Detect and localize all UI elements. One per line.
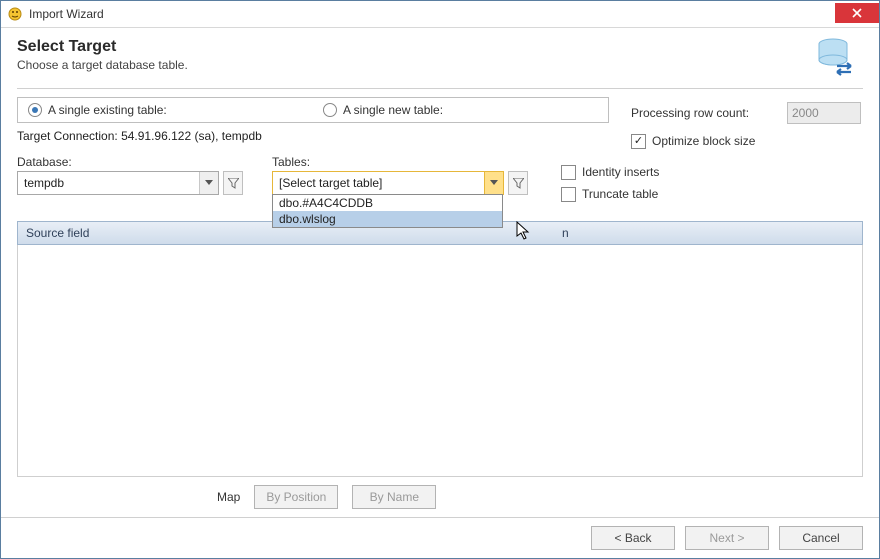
mapping-grid-body[interactable] [17,245,863,477]
filter-icon [513,178,524,189]
radio-icon [28,103,42,117]
cancel-button[interactable]: Cancel [779,526,863,550]
processing-row-count-label: Processing row count: [631,106,787,120]
page-subtitle: Choose a target database table. [17,58,815,72]
tables-option[interactable]: dbo.#A4C4CDDB [273,195,502,211]
optimize-label: Optimize block size [652,134,755,148]
tables-label: Tables: [272,155,552,169]
map-by-name-button[interactable]: By Name [352,485,436,509]
tables-value: [Select target table] [273,176,484,190]
next-button[interactable]: Next > [685,526,769,550]
database-transfer-icon [815,36,855,76]
grid-col-source: Source field [18,226,554,240]
divider [17,88,863,89]
titlebar: Import Wizard [1,1,879,28]
database-label: Database: [17,155,272,169]
database-filter-button[interactable] [223,171,243,195]
database-combo[interactable]: tempdb [17,171,219,195]
chevron-down-icon [199,172,218,194]
chevron-down-icon [484,172,503,194]
radio-icon [323,103,337,117]
import-wizard-window: Import Wizard Select Target Choose a tar… [0,0,880,559]
radio-existing-table[interactable]: A single existing table: [18,103,313,117]
map-by-position-button[interactable]: By Position [254,485,338,509]
processing-row-count-input[interactable] [787,102,861,124]
back-button[interactable]: < Back [591,526,675,550]
radio-new-label: A single new table: [343,103,443,117]
grid-col-target-fragment: n [554,226,577,240]
window-title: Import Wizard [29,7,835,21]
tables-option[interactable]: dbo.wlslog [273,211,502,227]
tables-combo[interactable]: [Select target table] [272,171,504,195]
radio-existing-label: A single existing table: [48,103,167,117]
radio-new-table[interactable]: A single new table: [313,103,608,117]
page-title: Select Target [17,38,815,56]
map-controls: Map By Position By Name [17,477,863,517]
window-close-button[interactable] [835,3,879,23]
filter-icon [228,178,239,189]
truncate-table-label: Truncate table [582,187,658,201]
table-mode-group: A single existing table: A single new ta… [17,97,609,123]
identity-inserts-checkbox[interactable] [561,165,576,180]
identity-inserts-label: Identity inserts [582,165,659,179]
processing-options: Processing row count: ✓ Optimize block s… [631,101,861,153]
optimize-checkbox[interactable]: ✓ [631,134,646,149]
wizard-footer: < Back Next > Cancel [1,517,879,558]
tables-filter-button[interactable] [508,171,528,195]
app-icon [7,6,23,22]
page-header: Select Target Choose a target database t… [1,28,879,82]
map-label: Map [217,490,240,504]
database-value: tempdb [18,176,199,190]
tables-dropdown: dbo.#A4C4CDDB dbo.wlslog [272,194,503,228]
table-flags: Identity inserts Truncate table [561,161,659,205]
truncate-table-checkbox[interactable] [561,187,576,202]
